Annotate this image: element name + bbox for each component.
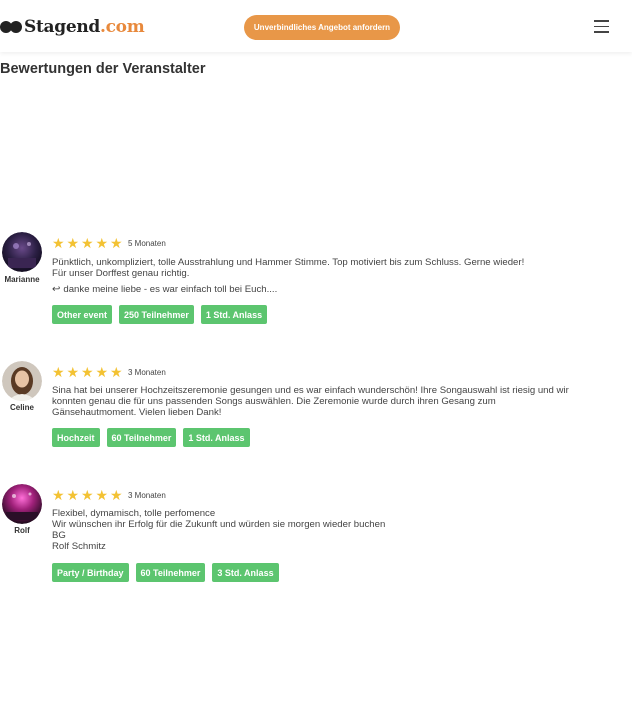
review-date: 3 Monaten	[128, 368, 166, 377]
tag-event-type: Other event	[52, 305, 113, 324]
review-tags: Party / Birthday 60 Teilnehmer 3 Std. An…	[52, 563, 279, 582]
avatar	[2, 232, 42, 272]
review-line: konnten genau die für uns passenden Song…	[52, 396, 496, 407]
review-line: Flexibel, dymamisch, tolle perfomence	[52, 508, 216, 519]
star-icon: ★	[81, 364, 94, 380]
reviewer-name: Rolf	[14, 526, 30, 535]
review-line: Rolf Schmitz	[52, 541, 106, 552]
review-text: Flexibel, dymamisch, tolle perfomence Wi…	[52, 508, 385, 552]
tag-duration: 1 Std. Anlass	[183, 428, 250, 447]
review-text: Sina hat bei unserer Hochzeitszeremonie …	[52, 385, 569, 418]
avatar	[2, 361, 42, 401]
review-date: 3 Monaten	[128, 491, 166, 500]
site-header: Stagend.com Unverbindliches Angebot anfo…	[0, 0, 632, 52]
star-icon: ★	[66, 487, 80, 503]
review-line: Gänsehautmoment. Vielen lieben Dank!	[52, 407, 222, 418]
star-icon: ★	[110, 364, 123, 380]
star-rating: ★ ★ ★ ★ ★	[52, 236, 125, 250]
logo-text: Stagend.com	[24, 17, 145, 37]
star-icon: ★	[81, 487, 94, 503]
star-rating: ★ ★ ★ ★ ★	[52, 365, 125, 379]
tag-event-type: Party / Birthday	[52, 563, 129, 582]
review-tags: Hochzeit 60 Teilnehmer 1 Std. Anlass	[52, 428, 250, 447]
hamburger-menu-icon[interactable]	[594, 20, 609, 33]
star-icon: ★	[95, 364, 109, 380]
review-line: Pünktlich, unkompliziert, tolle Ausstrah…	[52, 257, 525, 268]
section-title: Bewertungen der Veranstalter	[0, 61, 206, 77]
reply-arrow-icon: ↩	[52, 284, 61, 295]
tag-event-type: Hochzeit	[52, 428, 100, 447]
review-line: Wir wünschen ihr Erfolg für die Zukunft …	[52, 519, 386, 530]
tag-duration: 1 Std. Anlass	[200, 305, 268, 324]
star-icon: ★	[95, 235, 109, 251]
star-icon: ★	[52, 235, 65, 251]
review-reply: ↩ danke meine liebe - es war einfach tol…	[52, 284, 277, 295]
tag-participants: 250 Teilnehmer	[119, 305, 194, 324]
star-icon: ★	[95, 487, 109, 503]
review-line: BG	[52, 530, 66, 541]
logo-mark-icon	[0, 21, 22, 33]
star-icon: ★	[52, 487, 65, 503]
tag-duration: 3 Std. Anlass	[212, 563, 279, 582]
star-icon: ★	[66, 364, 80, 380]
request-offer-button[interactable]: Unverbindliches Angebot anfordern	[244, 15, 400, 40]
star-rating: ★ ★ ★ ★ ★	[52, 488, 125, 502]
reply-text: danke meine liebe - es war einfach toll …	[63, 284, 278, 295]
reviewer-name: Marianne	[4, 275, 40, 284]
reviewer-name: Celine	[9, 403, 34, 412]
tag-participants: 60 Teilnehmer	[106, 428, 177, 447]
stagend-logo[interactable]: Stagend.com	[0, 17, 145, 37]
review-date: 5 Monaten	[128, 239, 166, 248]
review-tags: Other event 250 Teilnehmer 1 Std. Anlass	[52, 305, 268, 324]
star-icon: ★	[52, 364, 65, 380]
star-icon: ★	[81, 235, 94, 251]
review-line: Für unser Dorffest genau richtig.	[52, 268, 190, 279]
tag-participants: 60 Teilnehmer	[135, 563, 206, 582]
review-text: Pünktlich, unkompliziert, tolle Ausstrah…	[52, 257, 524, 279]
star-icon: ★	[66, 235, 80, 251]
avatar	[2, 484, 42, 524]
star-icon: ★	[110, 235, 123, 251]
review-line: Sina hat bei unserer Hochzeitszeremonie …	[52, 385, 569, 396]
star-icon: ★	[110, 487, 123, 503]
